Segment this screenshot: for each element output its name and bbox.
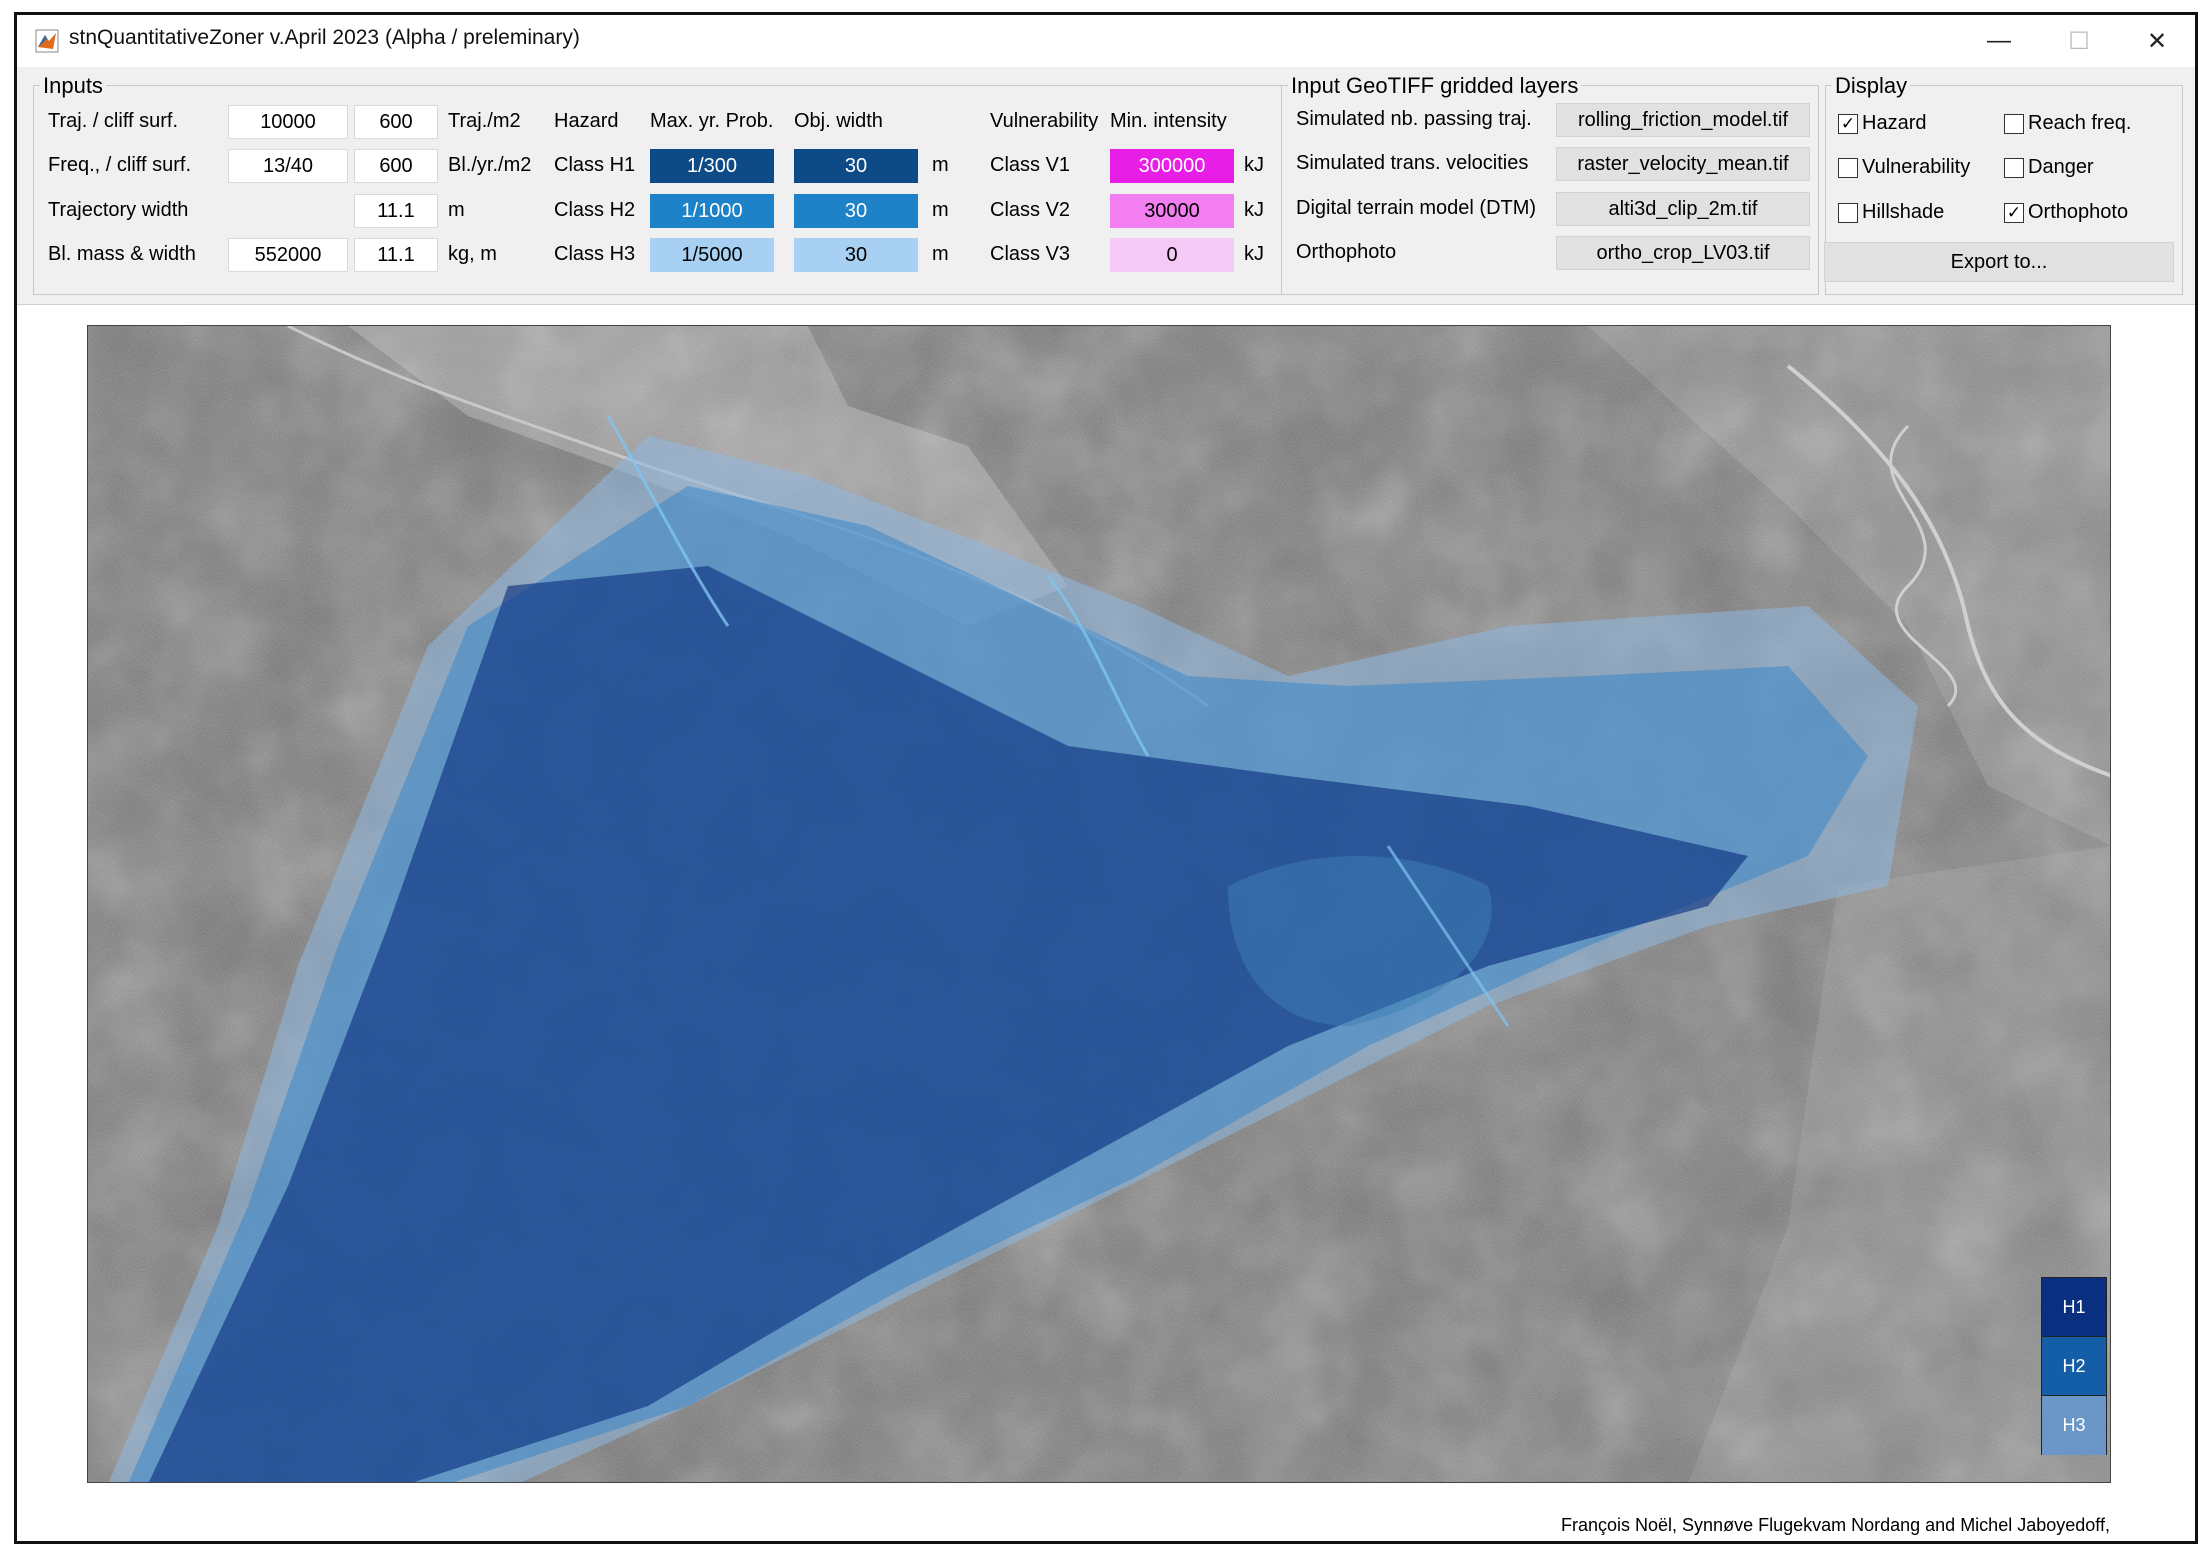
inputs-title: Inputs — [40, 73, 106, 99]
display-title: Display — [1832, 73, 1911, 99]
v2-unit: kJ — [1244, 199, 1264, 221]
h1-width-unit: m — [932, 154, 949, 176]
vuln-class-v1-label: Class V1 — [990, 154, 1071, 176]
minimize-button[interactable]: — — [1969, 19, 2029, 63]
layer-label-velocity: Simulated trans. velocities — [1296, 152, 1529, 174]
window-title: stnQuantitativeZoner v.April 2023 (Alpha… — [69, 26, 580, 49]
layer-label-dtm: Digital terrain model (DTM) — [1296, 197, 1537, 219]
hazard-map[interactable] — [87, 325, 2111, 1483]
matlab-icon — [35, 29, 59, 53]
check-icon — [2004, 157, 2024, 178]
layer-label-traj: Simulated nb. passing traj. — [1296, 108, 1532, 130]
inputs-group: Inputs Traj. / cliff surf. 10000 600 Tra… — [33, 73, 1287, 295]
check-icon — [2004, 113, 2024, 134]
velocity-file-button[interactable]: raster_velocity_mean.tif — [1556, 147, 1810, 181]
app-window: stnQuantitativeZoner v.April 2023 (Alpha… — [14, 12, 2198, 1544]
reach-freq-checkbox[interactable]: Reach freq. — [2004, 112, 2131, 135]
layer-label-orthophoto: Orthophoto — [1296, 241, 1397, 263]
check-icon — [1838, 202, 1858, 223]
hillshade-checkbox-label: Hillshade — [1862, 201, 1945, 223]
hazard-class-h3-label: Class H3 — [554, 243, 636, 265]
traj-cliff-surface-field[interactable]: 600 — [354, 105, 438, 139]
maximize-button[interactable]: ☐ — [2049, 19, 2109, 63]
geotiff-title: Input GeoTIFF gridded layers — [1288, 73, 1582, 99]
export-button[interactable]: Export to... — [1824, 242, 2174, 282]
danger-checkbox-label: Danger — [2028, 156, 2094, 178]
h1-object-width-field[interactable]: 30 — [794, 149, 918, 183]
block-mass-field[interactable]: 552000 — [228, 238, 348, 272]
geotiff-group: Input GeoTIFF gridded layers Simulated n… — [1281, 73, 1819, 295]
h3-probability-field[interactable]: 1/5000 — [650, 238, 774, 272]
title-bar: stnQuantitativeZoner v.April 2023 (Alpha… — [17, 15, 2195, 67]
reach-freq-checkbox-label: Reach freq. — [2028, 112, 2132, 134]
danger-checkbox[interactable]: Danger — [2004, 156, 2094, 179]
h3-width-unit: m — [932, 243, 949, 265]
hazard-checkbox-label: Hazard — [1862, 112, 1927, 134]
hazard-checkbox[interactable]: ✓ Hazard — [1838, 112, 1926, 135]
h2-width-unit: m — [932, 199, 949, 221]
control-panel: Inputs Traj. / cliff surf. 10000 600 Tra… — [17, 67, 2195, 305]
orthophoto-file-button[interactable]: ortho_crop_LV03.tif — [1556, 236, 1810, 270]
freq-cliff-surface-field[interactable]: 600 — [354, 149, 438, 183]
h3-object-width-field[interactable]: 30 — [794, 238, 918, 272]
mass-unit: kg, m — [448, 243, 497, 265]
orthophoto-map — [88, 326, 2110, 1482]
hillshade-checkbox[interactable]: Hillshade — [1838, 201, 1944, 224]
vuln-class-v3-label: Class V3 — [990, 243, 1071, 265]
hazard-legend: H1 H2 H3 — [2041, 1277, 2107, 1455]
v3-intensity-field[interactable]: 0 — [1110, 238, 1234, 272]
v3-unit: kJ — [1244, 243, 1264, 265]
input-label-traj: Traj. / cliff surf. — [48, 110, 179, 132]
hazard-class-h2-label: Class H2 — [554, 199, 636, 221]
check-icon: ✓ — [2004, 202, 2024, 223]
input-label-traj-width: Trajectory width — [48, 199, 189, 221]
v1-intensity-field[interactable]: 300000 — [1110, 149, 1234, 183]
display-group: Display ✓ Hazard Reach freq. Vulnerabilit… — [1824, 73, 2183, 295]
input-label-mass: Bl. mass & width — [48, 243, 196, 265]
h2-object-width-field[interactable]: 30 — [794, 194, 918, 228]
v1-unit: kJ — [1244, 154, 1264, 176]
v2-intensity-field[interactable]: 30000 — [1110, 194, 1234, 228]
input-label-freq: Freq., / cliff surf. — [48, 154, 191, 176]
check-icon: ✓ — [1838, 113, 1858, 134]
legend-h2: H2 — [2042, 1337, 2106, 1396]
hazard-header: Hazard — [554, 110, 619, 132]
freq-field[interactable]: 13/40 — [228, 149, 348, 183]
dtm-file-button[interactable]: alti3d_clip_2m.tif — [1556, 192, 1810, 226]
traj-unit: Traj./m2 — [448, 110, 521, 132]
min-intensity-header: Min. intensity — [1110, 110, 1227, 132]
traj-width-unit: m — [448, 199, 465, 221]
trajectory-width-field[interactable]: 11.1 — [354, 194, 438, 228]
max-prob-header: Max. yr. Prob. — [650, 110, 774, 132]
traj-count-field[interactable]: 10000 — [228, 105, 348, 139]
close-button[interactable]: ✕ — [2127, 19, 2187, 63]
vulnerability-checkbox-label: Vulnerability — [1862, 156, 1971, 178]
orthophoto-checkbox[interactable]: ✓ Orthophoto — [2004, 201, 2128, 224]
vuln-class-v2-label: Class V2 — [990, 199, 1071, 221]
legend-h1: H1 — [2042, 1278, 2106, 1337]
orthophoto-checkbox-label: Orthophoto — [2028, 201, 2129, 223]
legend-h3: H3 — [2042, 1396, 2106, 1455]
h2-probability-field[interactable]: 1/1000 — [650, 194, 774, 228]
check-icon — [1838, 157, 1858, 178]
block-width-field[interactable]: 11.1 — [354, 238, 438, 272]
h1-probability-field[interactable]: 1/300 — [650, 149, 774, 183]
vulnerability-checkbox[interactable]: Vulnerability — [1838, 156, 1970, 179]
obj-width-header: Obj. width — [794, 110, 883, 132]
hazard-class-h1-label: Class H1 — [554, 154, 636, 176]
credits-text: François Noël, Synnøve Flugekvam Nordang… — [1561, 1515, 2110, 1535]
vulnerability-header: Vulnerability — [990, 110, 1099, 132]
freq-unit: Bl./yr./m2 — [448, 154, 532, 176]
traj-file-button[interactable]: rolling_friction_model.tif — [1556, 103, 1810, 137]
